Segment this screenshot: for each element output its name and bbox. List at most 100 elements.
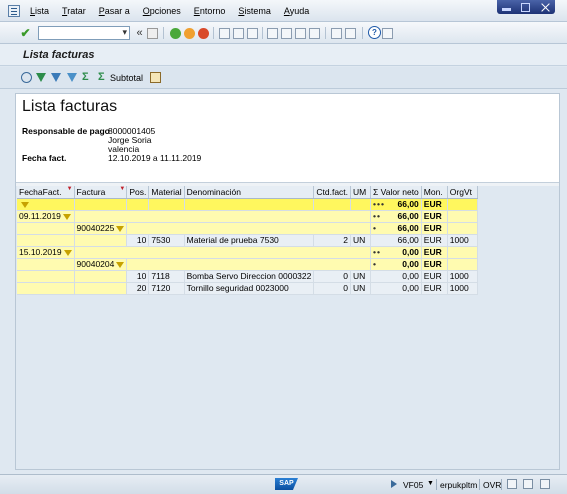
- sort-ascending-icon[interactable]: [36, 73, 46, 82]
- col-orgvt[interactable]: OrgVt: [447, 186, 478, 199]
- find-next-icon[interactable]: [247, 28, 258, 39]
- chevron-down-icon[interactable]: ▼: [427, 480, 434, 487]
- cell-material: 7120: [148, 282, 185, 295]
- table-row-invoice-subtotal[interactable]: 90040225 • 66,00 EUR: [17, 222, 478, 235]
- cell-mon: EUR: [421, 198, 448, 211]
- enter-check-icon[interactable]: ✔: [19, 26, 32, 40]
- cell-orgvt: 1000: [447, 270, 478, 283]
- col-um[interactable]: UM: [350, 186, 372, 199]
- find-icon[interactable]: [233, 28, 244, 39]
- cell-mon: EUR: [421, 210, 448, 223]
- col-label: Denominación: [186, 186, 241, 197]
- cell-mon: EUR: [421, 246, 448, 259]
- last-page-icon[interactable]: [309, 28, 320, 39]
- cell-um: UN: [350, 282, 372, 295]
- next-page-icon[interactable]: [295, 28, 306, 39]
- table-row[interactable]: 20 7120 Tornillo seguridad 0023000 0 UN …: [17, 282, 478, 295]
- col-factura[interactable]: Factura ▼: [74, 186, 128, 199]
- filter-icon[interactable]: [67, 73, 77, 82]
- save-icon[interactable]: [147, 28, 158, 39]
- cell-ctd: 0: [313, 282, 352, 295]
- table-row-date-subtotal[interactable]: 15.10.2019 •• 0,00 EUR: [17, 246, 478, 259]
- input-mode[interactable]: OVR: [483, 480, 501, 490]
- cell-fecha: 15.10.2019: [17, 246, 75, 259]
- subtotal-funnel-icon[interactable]: [62, 213, 71, 220]
- first-page-icon[interactable]: [267, 28, 278, 39]
- sort-descending-icon[interactable]: [51, 73, 61, 82]
- valor-neto: 66,00: [397, 223, 419, 233]
- layout-icon[interactable]: [540, 479, 550, 489]
- col-label: Material: [151, 186, 182, 197]
- subtotal-icon[interactable]: Σ: [98, 71, 109, 83]
- cancel-icon[interactable]: [198, 28, 209, 39]
- table-header-row: FechaFact. ▼ Factura ▼ Pos. Material Denom…: [17, 186, 478, 199]
- subtotal-button[interactable]: Subtotal: [110, 73, 143, 83]
- collapse-icon[interactable]: «: [133, 26, 146, 39]
- subtotal-funnel-icon[interactable]: [21, 201, 29, 208]
- menu-tratar[interactable]: Tratar: [62, 6, 86, 16]
- export-icon[interactable]: [150, 72, 161, 83]
- command-field[interactable]: [38, 26, 130, 40]
- cell-fecha: [17, 222, 75, 235]
- new-session-icon[interactable]: [331, 28, 342, 39]
- table-row[interactable]: 10 7530 Material de prueba 7530 2 UN 66,…: [17, 234, 478, 247]
- cell-um: UN: [350, 270, 372, 283]
- menu-opciones[interactable]: Opciones: [143, 6, 181, 16]
- menu-pasar-a[interactable]: Pasar a: [99, 6, 130, 16]
- lock-icon[interactable]: [507, 479, 517, 489]
- cell-ctd: 0: [313, 270, 352, 283]
- menu-entorno[interactable]: Entorno: [194, 6, 226, 16]
- detail-icon[interactable]: [21, 72, 32, 83]
- document-icon[interactable]: [523, 479, 533, 489]
- factura-value: 90040204: [76, 259, 115, 269]
- toolbar-separator: [213, 27, 214, 39]
- menu-icon[interactable]: [8, 5, 20, 17]
- cell-denom: [184, 198, 315, 211]
- total-level-indicator: •: [373, 259, 378, 269]
- cell-mon: EUR: [421, 234, 448, 247]
- previous-page-icon[interactable]: [281, 28, 292, 39]
- minimize-icon[interactable]: [502, 8, 512, 11]
- table-row-date-subtotal[interactable]: 09.11.2019 •• 66,00 EUR: [17, 210, 478, 223]
- close-icon[interactable]: [541, 3, 550, 12]
- subtotal-funnel-icon[interactable]: [63, 249, 72, 256]
- cell-orgvt: 1000: [447, 234, 478, 247]
- payer-label: Responsable de pago: [22, 126, 110, 136]
- cell-valor: • 0,00: [370, 258, 422, 271]
- col-label: UM: [353, 186, 367, 197]
- table-row-total[interactable]: ••• 66,00 EUR: [17, 198, 478, 211]
- print-icon[interactable]: [219, 28, 230, 39]
- col-fechafact[interactable]: FechaFact. ▼: [17, 186, 75, 199]
- col-ctdfact[interactable]: Ctd.fact.: [313, 186, 352, 199]
- col-valorneto[interactable]: Σ Valor neto: [370, 186, 422, 199]
- cell-orgvt: [447, 210, 478, 223]
- col-material[interactable]: Material: [148, 186, 185, 199]
- table-row-invoice-subtotal[interactable]: 90040204 • 0,00 EUR: [17, 258, 478, 271]
- play-icon[interactable]: [391, 480, 397, 488]
- sum-icon[interactable]: Σ: [82, 71, 93, 83]
- toolbar-separator: [362, 27, 363, 39]
- exit-icon[interactable]: [184, 28, 195, 39]
- back-icon[interactable]: [170, 28, 181, 39]
- col-denominacion[interactable]: Denominación: [184, 186, 315, 199]
- subtotal-funnel-icon[interactable]: [116, 225, 125, 232]
- shortcut-icon[interactable]: [345, 28, 356, 39]
- col-mon[interactable]: Mon.: [421, 186, 448, 199]
- help-icon[interactable]: ?: [368, 26, 381, 39]
- system-toolbar: ✔ « ?: [0, 22, 567, 44]
- cell-span: [74, 210, 372, 223]
- menu-ayuda[interactable]: Ayuda: [284, 6, 309, 16]
- menu-sistema[interactable]: Sistema: [238, 6, 271, 16]
- total-level-indicator: ••: [373, 211, 381, 221]
- cell-valor: 0,00: [370, 282, 422, 295]
- cell-material: [148, 198, 185, 211]
- cell-factura: [74, 270, 128, 283]
- menu-lista[interactable]: Lista: [30, 6, 49, 16]
- cell-denom: Tornillo seguridad 0023000: [184, 282, 315, 295]
- maximize-icon[interactable]: [521, 2, 531, 12]
- customize-layout-icon[interactable]: [382, 28, 393, 39]
- col-pos[interactable]: Pos.: [126, 186, 150, 199]
- cell-factura: [74, 282, 128, 295]
- subtotal-funnel-icon[interactable]: [116, 261, 125, 268]
- table-row[interactable]: 10 7118 Bomba Servo Direccion 0000322 0 …: [17, 270, 478, 283]
